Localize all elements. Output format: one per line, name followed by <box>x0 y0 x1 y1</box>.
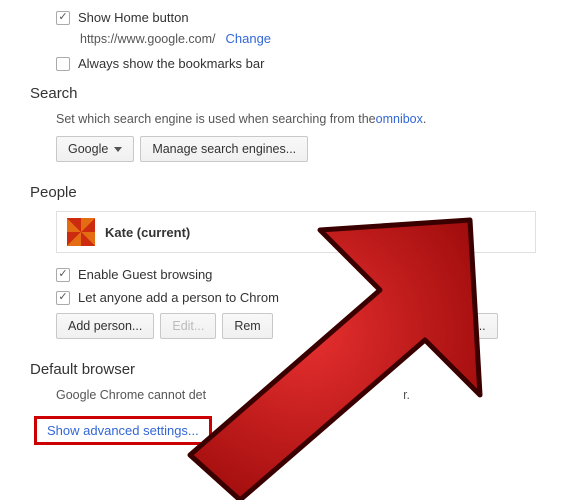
search-description: Set which search engine is used when sea… <box>56 112 376 126</box>
import-bookmarks-button[interactable]: arks and settings... <box>369 313 498 339</box>
show-advanced-settings-link[interactable]: Show advanced settings... <box>47 423 199 438</box>
avatar-icon <box>67 218 95 246</box>
person-name: Kate (current) <box>105 225 190 240</box>
guest-browsing-checkbox[interactable] <box>56 268 70 282</box>
manage-search-engines-button[interactable]: Manage search engines... <box>140 136 308 162</box>
anyone-add-checkbox[interactable] <box>56 291 70 305</box>
search-engine-label: Google <box>68 142 108 156</box>
default-browser-title: Default browser <box>30 361 580 378</box>
add-person-button[interactable]: Add person... <box>56 313 154 339</box>
advanced-settings-highlight: Show advanced settings... <box>34 416 212 445</box>
home-url-text: https://www.google.com/ <box>80 32 215 46</box>
omnibox-link[interactable]: omnibox <box>376 112 423 126</box>
anyone-add-label: Let anyone add a person to Chrom <box>78 290 279 305</box>
search-section-title: Search <box>30 85 580 102</box>
guest-browsing-label: Enable Guest browsing <box>78 267 212 282</box>
people-section-title: People <box>30 184 580 201</box>
default-browser-status-suffix: r. <box>403 388 410 402</box>
show-home-checkbox[interactable] <box>56 11 70 25</box>
bookmarks-bar-checkbox[interactable] <box>56 57 70 71</box>
search-engine-select[interactable]: Google <box>56 136 134 162</box>
show-home-label: Show Home button <box>78 10 189 25</box>
caret-down-icon <box>114 147 122 152</box>
change-home-link[interactable]: Change <box>225 31 271 46</box>
bookmarks-bar-label: Always show the bookmarks bar <box>78 56 264 71</box>
person-card[interactable]: Kate (current) <box>56 211 536 253</box>
remove-person-button[interactable]: Rem <box>222 313 272 339</box>
default-browser-status-prefix: Google Chrome cannot det <box>56 388 206 402</box>
edit-person-button[interactable]: Edit... <box>160 313 216 339</box>
